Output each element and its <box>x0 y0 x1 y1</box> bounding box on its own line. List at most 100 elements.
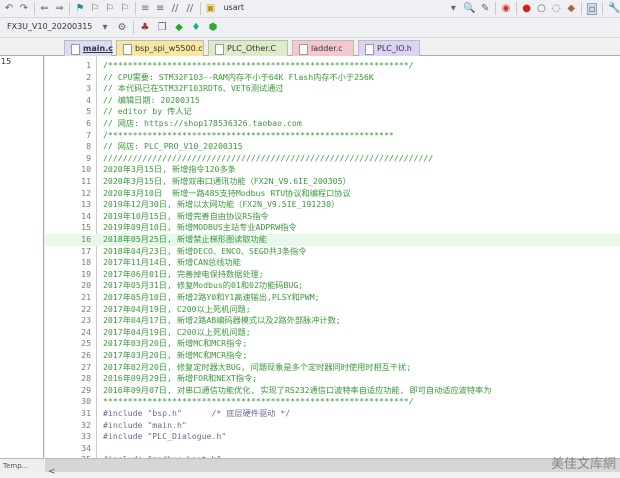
code-text: 2017年06月01日, 完善掉电保持数据处理; <box>103 268 264 279</box>
project-tree-item[interactable]: 15 <box>0 55 43 68</box>
window-layout-icon[interactable]: ▫ <box>586 2 598 15</box>
nav-forward-icon[interactable]: ⇒ <box>54 3 64 15</box>
line-number: 6 <box>86 118 91 128</box>
tab-ladder-c[interactable]: ladder.c <box>292 40 354 56</box>
uncomment-icon[interactable]: // <box>185 3 195 15</box>
code-line: 22 2017年04月19日, C200以上死机问题; <box>45 304 620 316</box>
breakpoint-icon[interactable]: ● <box>522 3 532 15</box>
code-line: 29 2016年09月07日, 对串口通信功能优化, 实现了RS232通信口波特率… <box>45 385 620 397</box>
code-text: 2020年3月15日, 新增指令120多条 <box>103 164 236 175</box>
code-line: 8 // 网店: PLC_PRO_V10_20200315 <box>45 141 620 153</box>
manage-components-icon[interactable]: ♣ <box>139 22 151 34</box>
code-line: 3 // 本代码已在STM32F103RDT6、VET6测试通过 <box>45 83 620 95</box>
code-text: 2017年04月17日, 新增2路AB编码器模式以及2路外部脉冲计数; <box>103 315 341 326</box>
scroll-left-icon[interactable]: < <box>45 467 56 477</box>
bookmark-next-icon[interactable]: ⚐ <box>105 3 115 15</box>
incremental-find-icon[interactable]: ✎ <box>480 3 490 15</box>
target-select[interactable]: FX3U_V10_20200315 <box>4 21 94 35</box>
code-text: // 网店: PLC_PRO_V10_20200315 <box>103 141 243 152</box>
code-line: 6 // 网店: https://shop178536326.taobao.com <box>45 118 620 130</box>
debug-icon[interactable]: ◉ <box>501 3 511 15</box>
code-line: 32 #include "main.h" <box>45 420 620 432</box>
line-number: 11 <box>81 176 91 186</box>
horizontal-scrollbar[interactable]: < <box>45 458 620 477</box>
code-line: 31 #include "bsp.h" /* 底层硬件驱动 */ <box>45 408 620 420</box>
code-text: #include "PLC_Dialogue.h" <box>103 431 227 442</box>
line-number: 33 <box>81 431 91 442</box>
run-icon[interactable]: ⬢ <box>207 22 219 34</box>
bookmark-prev-icon[interactable]: ⚐ <box>90 3 100 15</box>
code-line: 17 2018年04月23日, 新增DECO、ENCO、SEGD共3条指令 <box>45 246 620 258</box>
comment-icon[interactable]: // <box>170 3 180 15</box>
tab-plc-other-c[interactable]: PLC_Other.C <box>208 40 288 56</box>
watermark: 美佳文库網 <box>550 457 616 472</box>
find-icon[interactable]: 🔍 <box>463 3 475 15</box>
line-number: 31 <box>81 408 91 418</box>
dropdown-icon[interactable]: ▾ <box>99 22 111 34</box>
bookmark-icon[interactable]: ⚑ <box>75 3 85 15</box>
line-number: 9 <box>86 152 91 163</box>
code-text: 2017年03月20日, 新增MC和MCR指令; <box>103 350 248 360</box>
code-line: 23 2017年04月17日, 新增2路AB编码器模式以及2路外部脉冲计数; <box>45 315 620 327</box>
code-text: #include "bsp.h" /* 底层硬件驱动 */ <box>103 408 291 418</box>
line-number: 13 <box>81 199 91 210</box>
line-number: 21 <box>81 292 91 302</box>
dropdown-icon[interactable]: ▾ <box>448 3 458 15</box>
code-line: 9 ///////////////////////////////////////… <box>45 153 620 165</box>
code-text: 2018年05月25日, 新增禁止梯形图读取功能 <box>103 234 267 244</box>
code-text: /***************************************… <box>103 60 414 70</box>
line-number: 28 <box>81 373 91 384</box>
line-number: 2 <box>86 71 91 82</box>
target-options-icon[interactable]: ⚙ <box>116 22 128 34</box>
code-line: 20 2017年05月31日, 修复Modbus的01和02功能码BUG; <box>45 280 620 292</box>
tab-bsp-spi-w5500-c[interactable]: bsp_spi_w5500.c <box>116 40 204 56</box>
nav-back-icon[interactable]: ⇐ <box>40 3 50 15</box>
breakpoint-disable-icon[interactable]: ○ <box>537 3 547 15</box>
code-text: 2020年3月15日, 新增双串口通讯功能（FX2N_V9.6IE_200305… <box>103 176 351 186</box>
green-diamond-icon[interactable]: ◆ <box>173 22 185 34</box>
code-line: 10 2020年3月15日, 新增指令120多条 <box>45 164 620 176</box>
code-editor[interactable]: 1 /**************************************… <box>45 56 620 458</box>
code-line: 28 2016年09月29日, 新增FOR和NEXT指令; <box>45 373 620 385</box>
code-line: 15 2019年09月10日, 新增MODBUS主站专业ADPRW指令 <box>45 222 620 234</box>
line-number: 15 <box>81 222 91 233</box>
bookmark-clear-icon[interactable]: ⚐ <box>120 3 130 15</box>
code-text: 2018年04月23日, 新增DECO、ENCO、SEGD共3条指令 <box>103 245 307 256</box>
code-text: // 编辑日期: 20200315 <box>103 94 200 105</box>
pack-installer-icon[interactable]: ♦ <box>190 22 202 34</box>
redo-icon[interactable]: ↷ <box>19 3 29 15</box>
find-combo[interactable]: usart <box>220 2 443 16</box>
code-text: ****************************************… <box>103 396 414 407</box>
line-number: 25 <box>81 338 91 349</box>
configure-icon[interactable]: 🔧 <box>608 3 620 15</box>
line-number: 19 <box>81 268 91 279</box>
outdent-icon[interactable]: ≡ <box>155 3 165 15</box>
line-number: 18 <box>81 257 91 268</box>
tab-plc-io-h[interactable]: PLC_IO.h <box>358 40 420 56</box>
undo-icon[interactable]: ↶ <box>4 3 14 15</box>
find-in-files-icon[interactable]: ▣ <box>206 3 216 15</box>
line-number: 23 <box>81 315 91 326</box>
code-text: 2017年04月19日, C200以上死机问题; <box>103 326 251 337</box>
line-number: 4 <box>86 94 91 105</box>
kill-breakpoints-icon[interactable]: ◆ <box>566 3 576 15</box>
templates-tab[interactable]: Temp... <box>0 458 44 472</box>
code-line: 30 **************************************… <box>45 396 620 408</box>
tab-main-c[interactable]: main.c <box>64 40 113 56</box>
code-line: 12 2020年3月10日 新增一路485支持Modbus RTU协议和编程口协议 <box>45 188 620 200</box>
code-line: 11 2020年3月15日, 新增双串口通讯功能（FX2N_V9.6IE_2003… <box>45 176 620 188</box>
breakpoint-clear-icon[interactable]: ◌ <box>551 3 561 15</box>
copy-icon[interactable]: ❐ <box>156 22 168 34</box>
code-line: 4 // 编辑日期: 20200315 <box>45 95 620 107</box>
indent-icon[interactable]: ≡ <box>140 3 150 15</box>
line-number: 22 <box>81 303 91 314</box>
code-line: 26 2017年03月20日, 新增MC和MCR指令; <box>45 350 620 362</box>
code-line: 27 2017年02月20日, 修复定时器大BUG, 问题现象是多个定时器同时使用… <box>45 362 620 374</box>
code-text: 2016年09月07日, 对串口通信功能优化, 实现了RS232通信口波特率自适… <box>103 384 492 395</box>
code-text: // 网店: https://shop178536326.taobao.com <box>103 118 302 128</box>
code-text: 2017年11月14日, 新增CAN总线功能 <box>103 257 241 268</box>
line-number: 17 <box>81 245 91 256</box>
code-line: 19 2017年06月01日, 完善掉电保持数据处理; <box>45 269 620 281</box>
line-number: 8 <box>86 141 91 152</box>
project-panel: ▪ 15 <box>0 38 44 458</box>
